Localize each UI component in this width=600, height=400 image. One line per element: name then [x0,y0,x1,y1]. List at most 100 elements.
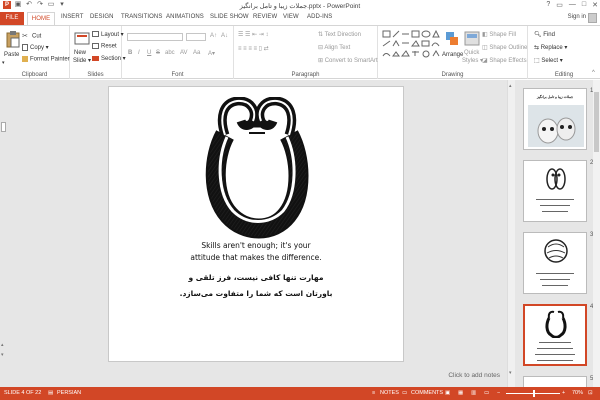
slide-sorter-icon[interactable]: ▦ [458,390,463,396]
ruler-marker[interactable] [1,122,6,132]
scroll-down-icon[interactable]: ▾ [509,370,512,376]
quick-styles-icon[interactable] [464,30,480,48]
align-text-button[interactable]: ⊟ Align Text [318,44,350,51]
font-name-field[interactable] [127,33,183,41]
ribbon-display-options-icon[interactable]: ▭ [556,1,563,9]
tab-insert[interactable]: INSERT [61,14,84,20]
notes-icon[interactable]: ≡ [372,390,375,396]
sign-in-link[interactable]: Sign in [568,14,586,20]
tab-animations[interactable]: ANIMATIONS [166,14,204,20]
char-spacing-icon[interactable]: AV [180,50,188,56]
shadow-button[interactable]: abc [165,50,175,56]
maximize-icon[interactable]: □ [582,1,586,9]
quick-styles-button[interactable]: Quick [464,50,479,56]
thumbnail-scrollbar[interactable] [593,80,600,387]
text-direction-button[interactable]: ⇅ Text Direction [318,31,361,38]
help-icon[interactable]: ? [546,1,550,9]
close-icon[interactable]: ✕ [592,1,598,9]
reset-button[interactable]: Reset [92,43,117,50]
bold-button[interactable]: B [128,50,132,56]
slide-canvas[interactable]: Skills aren't enough; it's your attitude… [108,86,404,362]
slide-vertical-scrollbar[interactable]: ▴ ▾ [507,80,515,387]
minimize-icon[interactable]: — [569,1,576,9]
zoom-level[interactable]: 70% [572,390,583,396]
copy-button[interactable]: Copy ▾ [22,44,49,51]
format-painter-button[interactable]: Format Painter [22,56,70,63]
italic-button[interactable]: I [138,50,140,56]
font-group: A↑ A↓ B I U S abc AV Aa A▾ Font [122,26,234,79]
new-slide-button[interactable]: New [74,50,86,56]
font-size-field[interactable] [186,33,206,41]
tab-review[interactable]: REVIEW [253,14,277,20]
convert-smartart-button[interactable]: ⊞ Convert to SmartArt [318,57,378,64]
normal-view-icon[interactable]: ▣ [445,390,450,396]
cut-button[interactable]: ✂ Cut [22,32,41,40]
thumbnail-slide-3[interactable] [523,232,587,294]
notes-placeholder[interactable]: Click to add notes [108,370,508,382]
thumbnail-scrollbar-thumb[interactable] [594,92,599,152]
replace-button[interactable]: ⇆ Replace ▾ [534,44,567,51]
slide-thumbnail-panel: جملات زیبا و تامل برانگیز 1 2 3 4 5 [515,80,600,387]
find-button[interactable]: 🔍︎ Find [534,31,555,38]
new-slide-dropdown-icon: ▾ [86,58,92,64]
section-label: Section [101,56,122,62]
quick-styles-label-2[interactable]: Styles ▾ [462,57,483,64]
grow-font-icon[interactable]: A↑ [210,33,217,39]
slide-show-icon[interactable]: ▭ [484,390,489,396]
tab-file[interactable]: FILE [0,12,24,25]
tab-transitions[interactable]: TRANSITIONS [121,14,162,20]
font-color-icon[interactable]: A▾ [208,50,215,57]
select-button[interactable]: ⬚ Select ▾ [534,57,563,64]
tab-slide-show[interactable]: SLIDE SHOW [210,14,249,20]
scroll-down-arrow[interactable]: ▾ [1,352,4,358]
arrange-icon[interactable] [444,30,460,48]
tab-view[interactable]: VIEW [283,14,299,20]
avatar[interactable] [588,13,597,23]
shapes-gallery[interactable] [382,30,440,62]
paste-button[interactable]: Paste [4,52,19,58]
format-painter-label: Format Painter [30,56,70,63]
select-dropdown-icon: ▾ [558,58,563,64]
fit-slide-icon[interactable]: ⊡ [588,390,593,396]
scroll-up-arrow[interactable]: ▴ [1,342,4,348]
shape-fill-button[interactable]: ◧ Shape Fill [482,31,516,38]
editing-group-label: Editing [554,72,574,78]
notes-button[interactable]: NOTES [380,390,399,396]
align-icons[interactable]: ≡ ≡ ≡ ≡ ▯ ⇄ [238,45,269,52]
comments-button[interactable]: COMMENTS [411,390,443,396]
thumbnail-slide-5[interactable] [523,376,587,387]
reading-view-icon[interactable]: ▥ [471,390,476,396]
new-slide-label-2[interactable]: Slide ▾ [73,57,91,64]
layout-button[interactable]: Layout ▾ [92,31,124,38]
underline-button[interactable]: U [147,50,151,56]
thumbnail-slide-1[interactable]: جملات زیبا و تامل برانگیز [523,88,587,150]
drawing-group: Arrange Quick Styles ▾ ◧ Shape Fill ◫ Sh… [378,26,528,79]
paste-icon[interactable] [5,30,21,48]
new-slide-icon[interactable] [74,30,90,48]
zoom-out-icon[interactable]: − [497,390,500,396]
copy-label: Copy [30,45,45,52]
scroll-up-icon[interactable]: ▴ [509,83,512,89]
change-case-icon[interactable]: Aa [193,50,200,56]
bullets-icon[interactable]: ☰ ☰ ⇤ ⇥ ↕ [238,31,268,38]
collapse-ribbon-icon[interactable]: ^ [592,70,595,76]
strikethrough-button[interactable]: S [156,50,160,56]
shrink-font-icon[interactable]: A↓ [221,33,228,39]
shape-outline-button[interactable]: ◫ Shape Outline [482,44,527,51]
tab-design[interactable]: DESIGN [90,14,114,20]
thumbnail-slide-2[interactable] [523,160,587,222]
zoom-in-icon[interactable]: + [562,390,565,396]
language-indicator[interactable]: PERSIAN [57,390,81,396]
shape-effects-button[interactable]: ◪ Shape Effects [482,57,527,64]
arrange-button[interactable]: Arrange [442,52,463,58]
language-icon[interactable]: ▤ [48,390,53,396]
thumbnail-slide-4[interactable] [523,304,587,366]
comments-icon[interactable]: ▭ [402,390,407,396]
tab-home[interactable]: HOME [27,12,55,25]
thumbnail-2-text-line [542,211,568,212]
tab-add-ins[interactable]: ADD-INS [307,14,332,20]
section-button[interactable]: Section ▾ [92,55,126,62]
zoom-slider-thumb[interactable] [533,390,535,397]
paste-dropdown-icon[interactable]: ▾ [2,60,5,66]
caption-persian-line1: مهارت تنها کافی نیست، فرز تلقی و [188,273,324,282]
